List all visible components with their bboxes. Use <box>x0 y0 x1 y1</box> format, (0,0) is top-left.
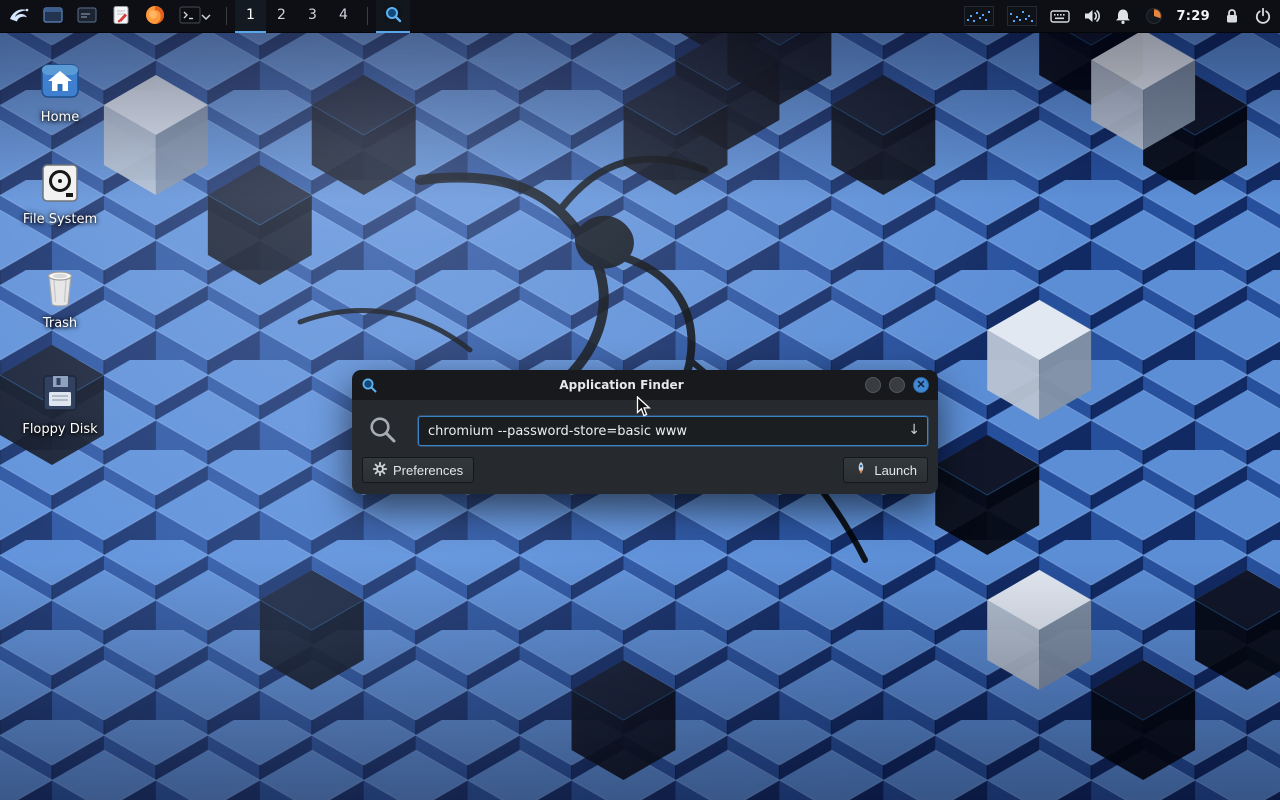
panel-separator <box>226 7 227 25</box>
top-panel: 1 2 3 4 <box>0 0 1280 33</box>
dropdown-arrow-icon[interactable]: ↓ <box>908 422 920 439</box>
search-icon <box>367 414 399 450</box>
panel-separator <box>367 7 368 25</box>
file-manager-icon <box>42 4 64 29</box>
desktop-icon-home[interactable]: Home <box>12 58 108 125</box>
text-editor-launcher[interactable] <box>104 0 138 33</box>
file-manager-launcher[interactable] <box>36 0 70 33</box>
kali-logo-icon <box>7 3 31 30</box>
gear-icon <box>373 462 387 479</box>
notifications-bell-icon[interactable] <box>1114 7 1132 25</box>
minimize-button[interactable] <box>865 377 881 393</box>
titlebar[interactable]: Application Finder ✕ <box>352 370 938 400</box>
desktop-icon-trash[interactable]: Trash <box>12 264 108 331</box>
window-app-icon <box>361 377 378 394</box>
command-input-wrap: ↓ <box>418 416 928 446</box>
taskbar-application-finder[interactable] <box>376 0 410 33</box>
lock-screen-icon[interactable] <box>1223 7 1241 25</box>
desktop-icon-label: File System <box>12 212 108 227</box>
workspace-2[interactable]: 2 <box>266 0 297 33</box>
command-input[interactable] <box>418 416 928 446</box>
application-finder-window: Application Finder ✕ ↓ <box>352 370 938 494</box>
keyboard-layout-icon[interactable] <box>1050 9 1070 24</box>
maximize-button[interactable] <box>889 377 905 393</box>
desktop-icon-file-system[interactable]: File System <box>12 160 108 227</box>
workspace-4[interactable]: 4 <box>328 0 359 33</box>
terminal-dropdown-launcher[interactable] <box>172 0 218 33</box>
panel-tray-cluster: 7:29 <box>964 0 1280 32</box>
terminal-window-launcher[interactable] <box>70 0 104 33</box>
trash-can-icon <box>37 264 83 310</box>
launch-button[interactable]: Launch <box>843 457 928 483</box>
launch-label: Launch <box>874 463 917 478</box>
home-folder-icon <box>37 58 83 104</box>
close-button[interactable]: ✕ <box>913 377 929 393</box>
panel-left-cluster: 1 2 3 4 <box>0 0 410 32</box>
cpu-graph[interactable] <box>964 6 994 26</box>
preferences-label: Preferences <box>393 463 463 478</box>
floppy-disk-icon <box>37 370 83 416</box>
network-graph[interactable] <box>1007 6 1037 26</box>
clock[interactable]: 7:29 <box>1176 9 1210 24</box>
preferences-button[interactable]: Preferences <box>362 457 474 483</box>
desktop-icon-floppy-disk[interactable]: Floppy Disk <box>12 370 108 437</box>
desktop-screen: 1 2 3 4 <box>0 0 1280 800</box>
desktop-icon-label: Home <box>12 110 108 125</box>
window-title: Application Finder <box>378 378 865 392</box>
launch-rocket-icon <box>854 461 868 479</box>
volume-icon[interactable] <box>1083 7 1101 25</box>
desktop-icon-label: Floppy Disk <box>12 422 108 437</box>
application-finder-icon <box>382 3 404 28</box>
terminal-icon <box>179 5 201 28</box>
desktop-icon-label: Trash <box>12 316 108 331</box>
file-system-drive-icon <box>37 160 83 206</box>
kali-menu-button[interactable] <box>2 0 36 33</box>
power-logout-icon[interactable] <box>1254 7 1272 25</box>
text-editor-icon <box>110 4 132 29</box>
tray-indicator-icon[interactable] <box>1145 7 1163 25</box>
firefox-launcher[interactable] <box>138 0 172 33</box>
app-window-icon <box>76 4 98 29</box>
workspace-3[interactable]: 3 <box>297 0 328 33</box>
finder-body: ↓ Preferences <box>352 400 938 494</box>
window-controls: ✕ <box>865 377 929 393</box>
firefox-icon <box>144 4 166 29</box>
chevron-down-icon <box>201 9 211 24</box>
workspace-1[interactable]: 1 <box>235 0 266 33</box>
